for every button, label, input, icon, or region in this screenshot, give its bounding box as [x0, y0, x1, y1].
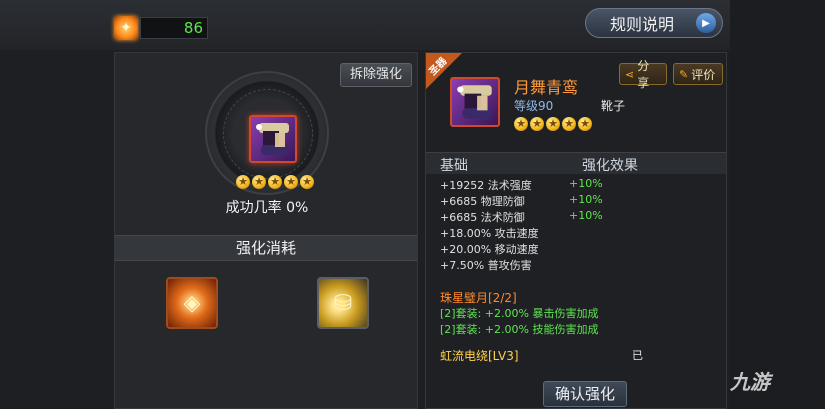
- stat-name: +20.00% 移动速度: [440, 243, 539, 256]
- currency-display: ✦ 86: [114, 15, 208, 41]
- stat-row: +18.00% 攻击速度: [440, 225, 720, 241]
- play-arrow-icon: ▶: [696, 13, 716, 33]
- item-details-panel: 圣器 月舞青鸾 等级90 靴子 ★ ★ ★ ★ ★ ⋖ 分享 ✎ 评价 基础 强…: [425, 52, 727, 409]
- set-name: 珠星璧月[2/2]: [440, 291, 517, 305]
- stat-name: +6685 物理防御: [440, 195, 525, 208]
- right-edge-strip: [730, 0, 825, 409]
- set-effect: [2]套装: +2.00% 技能伤害加成: [440, 323, 599, 336]
- star-icon: ★: [300, 175, 314, 189]
- edit-icon: ✎: [679, 67, 689, 81]
- rules-button[interactable]: 规则说明 ▶: [585, 8, 723, 38]
- stat-name: +18.00% 攻击速度: [440, 227, 539, 240]
- set-effect: [2]套装: +2.00% 暴击伤害加成: [440, 307, 599, 320]
- stat-bonus: +10%: [569, 209, 603, 222]
- stat-bonus: +10%: [569, 193, 603, 206]
- star-rating: ★ ★ ★ ★ ★: [236, 175, 314, 189]
- boots-item-icon: [450, 77, 500, 127]
- item-name: 月舞青鸾: [514, 78, 579, 97]
- remove-enhance-button[interactable]: 拆除强化: [340, 63, 412, 87]
- stat-row: +19252 法术强度 +10%: [440, 177, 720, 193]
- star-icon: ★: [514, 117, 528, 131]
- star-rating: ★ ★ ★ ★ ★: [514, 117, 592, 131]
- star-icon: ★: [562, 117, 576, 131]
- success-rate: 成功几率 0%: [225, 200, 309, 216]
- boots-art-icon: [256, 123, 289, 155]
- consume-header: 强化消耗: [115, 235, 417, 261]
- base-header: 基础: [440, 158, 468, 174]
- star-icon: ★: [578, 117, 592, 131]
- boots-art-icon: [457, 85, 492, 119]
- crystal-icon: ✦: [114, 16, 138, 40]
- currency-value: 86: [140, 17, 208, 39]
- stat-row: +6685 物理防御 +10%: [440, 193, 720, 209]
- stat-row: +7.50% 普攻伤害: [440, 257, 720, 273]
- share-button[interactable]: ⋖ 分享: [619, 59, 667, 90]
- rate-button[interactable]: ✎ 评价: [673, 63, 723, 85]
- skill-status: 已: [632, 349, 643, 362]
- star-icon: ★: [252, 175, 266, 189]
- watermark-logo: 九游: [730, 370, 770, 394]
- gold-coins-icon[interactable]: ⛁: [317, 277, 369, 329]
- item-type: 靴子: [601, 99, 626, 113]
- star-icon: ★: [268, 175, 282, 189]
- enhance-panel: 拆除强化 ★ ★ ★ ★ ★ 成功几率 0% 强化消耗 ◈ ⛁: [114, 52, 418, 409]
- item-level: 等级90: [514, 99, 554, 113]
- rate-label: 评价: [691, 67, 716, 82]
- star-icon: ★: [236, 175, 250, 189]
- skill-name: 虹流电绕[LV3]: [440, 349, 519, 363]
- rules-button-label: 规则说明: [610, 15, 675, 34]
- confirm-enhance-button[interactable]: 确认强化: [543, 381, 627, 407]
- stat-bonus: +10%: [569, 177, 603, 190]
- star-icon: ★: [546, 117, 560, 131]
- bonus-header: 强化效果: [582, 158, 638, 174]
- stat-name: +6685 法术防御: [440, 211, 525, 224]
- stat-row: +20.00% 移动速度: [440, 241, 720, 257]
- star-icon: ★: [530, 117, 544, 131]
- stats-header: 基础 强化效果: [426, 152, 726, 174]
- stat-name: +7.50% 普攻伤害: [440, 259, 532, 272]
- star-icon: ★: [284, 175, 298, 189]
- boots-item-icon[interactable]: [249, 115, 297, 163]
- forge-stone-icon[interactable]: ◈: [166, 277, 218, 329]
- share-label: 分享: [637, 59, 650, 90]
- stat-row: +6685 法术防御 +10%: [440, 209, 720, 225]
- share-icon: ⋖: [625, 67, 635, 81]
- stat-name: +19252 法术强度: [440, 179, 532, 192]
